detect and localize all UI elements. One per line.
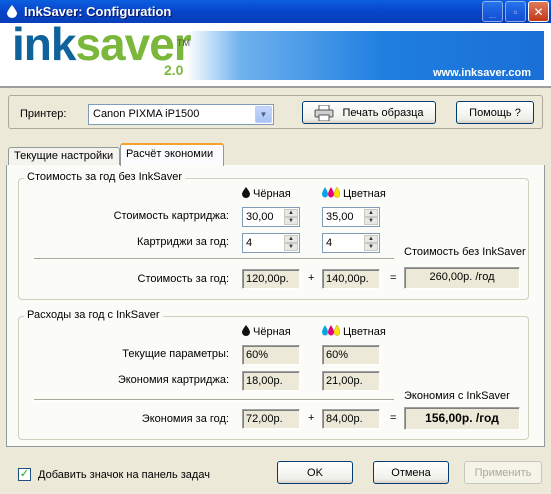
yearly-savings-black: 72,00р. xyxy=(242,409,300,429)
plus-sign: + xyxy=(308,272,315,284)
color-drops-icon xyxy=(322,325,340,336)
spin-value: 35,00 xyxy=(326,211,354,223)
tray-icon-checkbox[interactable]: ✓ xyxy=(18,468,31,481)
spin-down-icon[interactable]: ▼ xyxy=(364,217,378,225)
apply-button[interactable]: Применить xyxy=(464,461,542,484)
tab-current-settings[interactable]: Текущие настройки xyxy=(8,147,120,166)
ok-button[interactable]: OK xyxy=(277,461,353,484)
spin-value: 30,00 xyxy=(246,211,274,223)
savings-group-title: Расходы за год с InkSaver xyxy=(24,309,163,321)
spin-down-icon[interactable]: ▼ xyxy=(364,243,378,251)
divider xyxy=(34,258,394,260)
spin-value: 4 xyxy=(326,237,333,249)
spin-up-icon[interactable]: ▲ xyxy=(284,235,298,243)
apply-label: Применить xyxy=(474,466,532,479)
cost-group-title: Стоимость за год без InkSaver xyxy=(24,171,186,183)
print-sample-button[interactable]: Печать образца xyxy=(302,101,436,124)
cartridge-cost-color-input[interactable]: 35,00 ▲ ▼ xyxy=(322,207,380,227)
cartridges-per-year-black-input[interactable]: 4 ▲ ▼ xyxy=(242,233,300,253)
yearly-savings-color: 84,00р. xyxy=(322,409,380,429)
printer-icon xyxy=(314,104,334,121)
yearly-cost-color: 140,00р. xyxy=(322,269,380,289)
cartridge-cost-label: Стоимость картриджа: xyxy=(113,210,229,222)
cartridge-economy-label: Экономия картриджа: xyxy=(117,374,229,386)
black-header: Чёрная xyxy=(242,325,291,338)
app-drop-icon xyxy=(5,5,19,19)
window-title: InkSaver: Configuration xyxy=(24,4,172,19)
tray-icon-label: Добавить значок на панель задач xyxy=(38,469,210,481)
color-header: Цветная xyxy=(322,325,386,338)
cartridges-per-year-label: Картриджи за год: xyxy=(136,236,229,248)
cancel-label: Отмена xyxy=(391,466,431,479)
printer-label: Принтер: xyxy=(20,108,67,120)
yearly-cost-total: 260,00р. /год xyxy=(404,267,520,289)
tab-savings-calculation[interactable]: Расчёт экономии xyxy=(120,143,224,166)
maximize-button[interactable]: ▫ xyxy=(505,1,526,22)
cartridge-economy-color: 21,00р. xyxy=(322,371,380,391)
yearly-savings-label: Экономия за год: xyxy=(141,413,229,425)
logo-trademark: TM xyxy=(177,38,190,48)
savings-total-caption: Экономия с InkSaver xyxy=(404,390,510,402)
current-settings-color: 60% xyxy=(322,345,380,365)
cartridge-economy-black: 18,00р. xyxy=(242,371,300,391)
ok-label: OK xyxy=(307,466,323,479)
plus-sign: + xyxy=(308,412,315,424)
equals-sign: = xyxy=(390,272,397,284)
spin-up-icon[interactable]: ▲ xyxy=(364,209,378,217)
spin-down-icon[interactable]: ▼ xyxy=(284,217,298,225)
equals-sign: = xyxy=(390,412,397,424)
current-settings-black: 60% xyxy=(242,345,300,365)
black-header: Чёрная xyxy=(242,187,291,200)
website-link: www.inksaver.com xyxy=(432,67,531,79)
printer-select[interactable]: Canon PIXMA iP1500 ▼ xyxy=(88,104,274,125)
divider xyxy=(34,399,394,401)
tab-label: Текущие настройки xyxy=(14,150,114,162)
help-label: Помощь ? xyxy=(469,106,521,119)
cost-total-caption: Стоимость без InkSaver xyxy=(404,246,526,258)
black-drop-icon xyxy=(242,325,250,336)
color-header: Цветная xyxy=(322,187,386,200)
close-button[interactable]: ✕ xyxy=(528,1,549,22)
yearly-cost-black: 120,00р. xyxy=(242,269,300,289)
chevron-down-icon[interactable]: ▼ xyxy=(255,106,272,123)
tab-label: Расчёт экономии xyxy=(126,148,214,160)
print-sample-label: Печать образца xyxy=(342,106,424,119)
inksaver-logo: inksaver xyxy=(12,18,192,70)
black-drop-icon xyxy=(242,187,250,198)
printer-selected-value: Canon PIXMA iP1500 xyxy=(93,108,200,120)
yearly-savings-total: 156,00р. /год xyxy=(404,407,520,430)
spin-up-icon[interactable]: ▲ xyxy=(364,235,378,243)
logo-version: 2.0 xyxy=(164,62,184,78)
minimize-button[interactable]: _ xyxy=(482,1,503,22)
banner-divider xyxy=(0,86,551,88)
cartridges-per-year-color-input[interactable]: 4 ▲ ▼ xyxy=(322,233,380,253)
color-drops-icon xyxy=(322,187,340,198)
spin-up-icon[interactable]: ▲ xyxy=(284,209,298,217)
current-settings-label: Текущие параметры: xyxy=(122,348,229,360)
help-button[interactable]: Помощь ? xyxy=(456,101,534,124)
spin-down-icon[interactable]: ▼ xyxy=(284,243,298,251)
cancel-button[interactable]: Отмена xyxy=(373,461,449,484)
cartridge-cost-black-input[interactable]: 30,00 ▲ ▼ xyxy=(242,207,300,227)
spin-value: 4 xyxy=(246,237,253,249)
yearly-cost-label: Стоимость за год: xyxy=(137,273,229,285)
